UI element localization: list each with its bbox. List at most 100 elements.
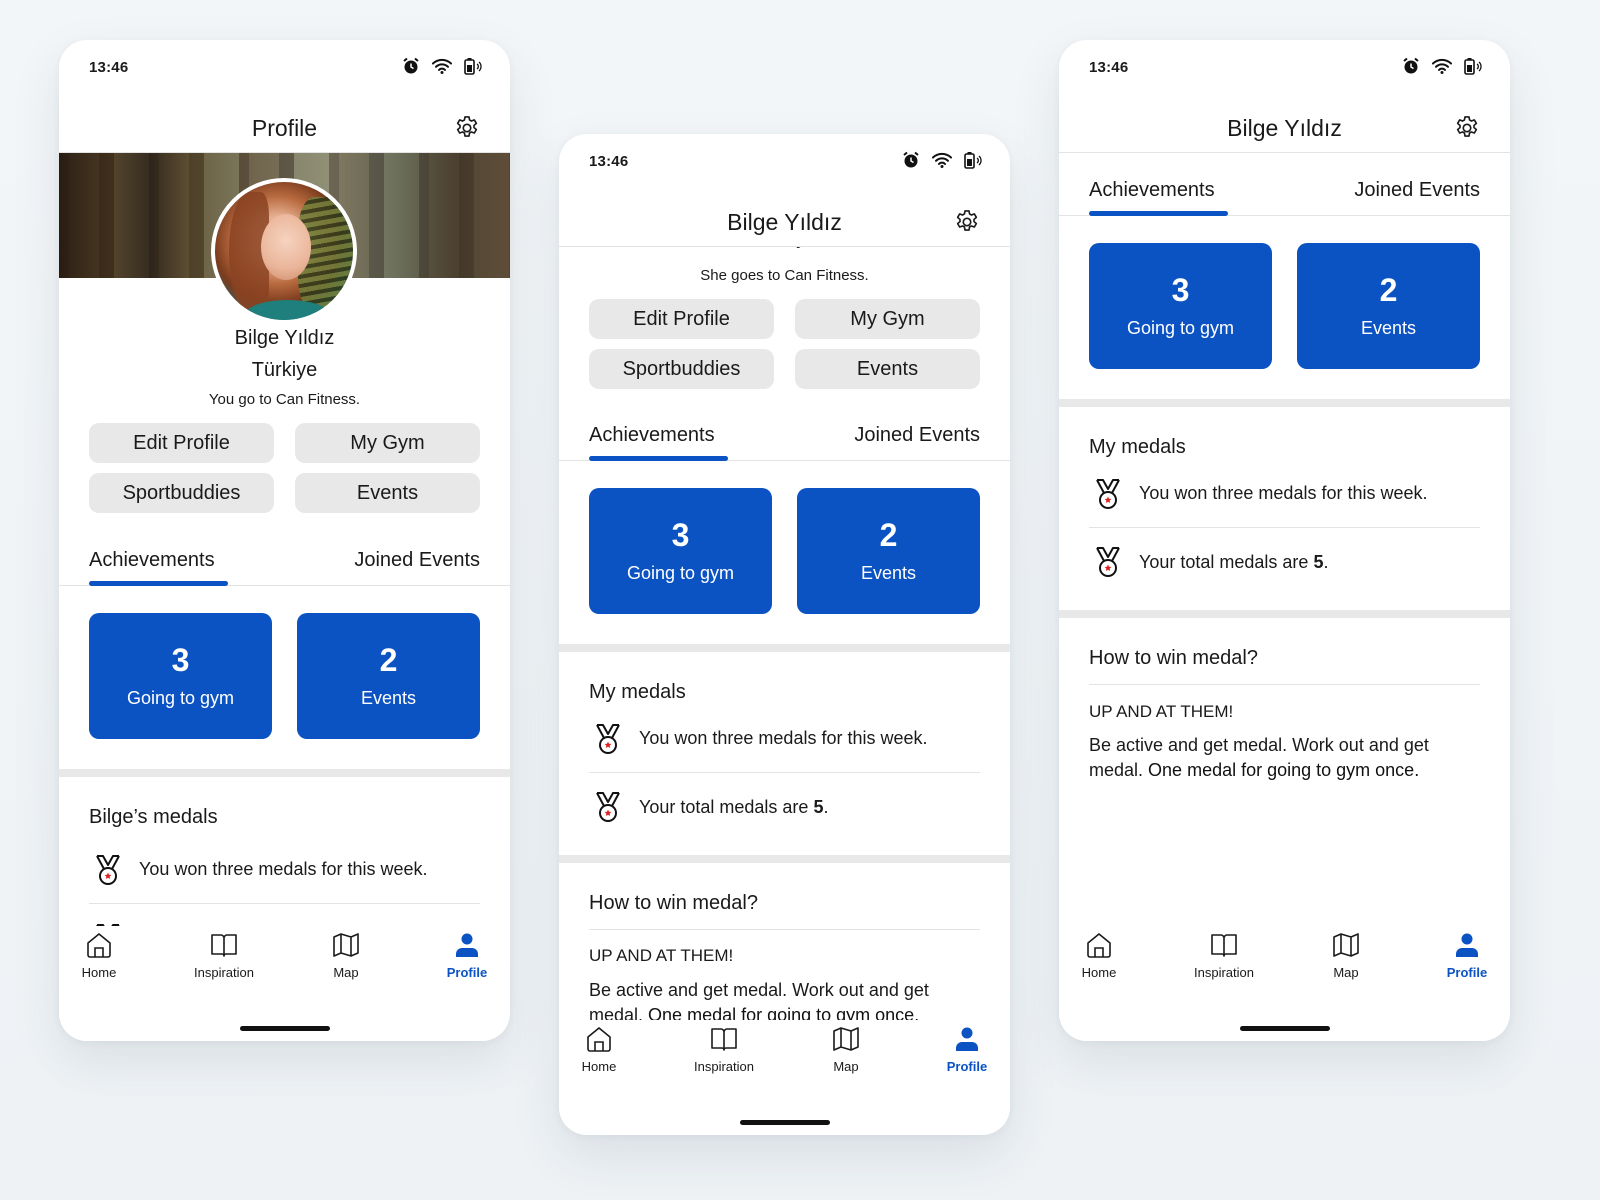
my-gym-button[interactable]: My Gym (295, 423, 480, 463)
stat-card-gym[interactable]: 3 Going to gym (1089, 243, 1272, 369)
avatar[interactable] (211, 178, 357, 324)
tab-joined-events[interactable]: Joined Events (854, 424, 980, 447)
section-divider (559, 855, 1010, 863)
map-icon (1333, 933, 1359, 957)
medal-text: You won three medals for this week. (639, 728, 928, 748)
nav-home[interactable]: Home (559, 1024, 644, 1074)
stat-card-events[interactable]: 2 Events (797, 488, 980, 614)
battery-icon (464, 58, 482, 75)
stats-grid: 3 Going to gym 2 Events (89, 613, 480, 739)
divider (589, 929, 980, 930)
battery-icon (964, 152, 982, 169)
medal-item: You won three medals for this week. (1089, 460, 1480, 528)
nav-map[interactable]: Map (801, 1024, 891, 1074)
medal-text: You won three medals for this week. (1139, 483, 1428, 503)
tab-bar: Achievements Joined Events (559, 415, 1010, 461)
settings-gear-icon[interactable] (453, 114, 481, 142)
medals-title: My medals (589, 681, 686, 703)
nav-profile[interactable]: Profile (1422, 930, 1510, 980)
profile-name: Bilge Yıldız (234, 327, 335, 349)
section-divider (59, 769, 510, 777)
edit-profile-button[interactable]: Edit Profile (589, 299, 774, 339)
status-bar: 13:46 (59, 40, 510, 96)
nav-map[interactable]: Map (301, 930, 391, 980)
stat-value: 2 (879, 516, 898, 553)
stat-card-events[interactable]: 2 Events (297, 613, 480, 739)
map-icon (833, 1027, 859, 1051)
sportbuddies-button[interactable]: Sportbuddies (89, 473, 274, 513)
medal-icon (596, 792, 620, 822)
tab-joined-events[interactable]: Joined Events (1354, 179, 1480, 202)
howto-body: Be active and get medal. Work out and ge… (589, 980, 929, 1020)
wifi-icon (432, 58, 452, 74)
profile-actions: Edit Profile My Gym Sportbuddies Events (589, 299, 980, 389)
stat-value: 3 (1171, 271, 1190, 308)
active-tab-indicator (1089, 211, 1228, 216)
stats-grid: 3 Going to gym 2 Events (1089, 243, 1480, 369)
profile-country: Türkiye (559, 247, 1010, 250)
stat-card-gym[interactable]: 3 Going to gym (89, 613, 272, 739)
battery-icon (1464, 58, 1482, 75)
howto-title: How to win medal? (1089, 647, 1258, 669)
tab-achievements[interactable]: Achievements (1089, 179, 1215, 202)
stat-label: Events (1360, 317, 1417, 338)
nav-profile[interactable]: Profile (922, 1024, 1010, 1074)
stat-label: Going to gym (126, 687, 235, 708)
nav-inspiration[interactable]: Inspiration (679, 1024, 769, 1074)
section-divider (1059, 399, 1510, 407)
home-indicator (740, 1120, 830, 1125)
book-icon (211, 934, 237, 957)
bottom-nav: Home Inspiration Map Profile (559, 1020, 1010, 1135)
medals-title: Bilge’s medals (89, 806, 218, 828)
settings-gear-icon[interactable] (953, 208, 981, 236)
app-header: Bilge Yıldız (559, 190, 1010, 247)
medal-item: Your total medals are 5. (1089, 528, 1480, 596)
section-divider (559, 644, 1010, 652)
nav-map[interactable]: Map (1301, 930, 1391, 980)
sportbuddies-button[interactable]: Sportbuddies (589, 349, 774, 389)
nav-home[interactable]: Home (1059, 930, 1144, 980)
medals-title: My medals (1089, 436, 1186, 458)
app-header: Profile (59, 96, 510, 153)
stat-card-events[interactable]: 2 Events (1297, 243, 1480, 369)
stats-grid: 3 Going to gym 2 Events (589, 488, 980, 614)
medal-item: You won three medals for this week. (89, 836, 480, 904)
person-icon (1456, 933, 1478, 957)
medal-icon (96, 854, 120, 885)
howto-title: How to win medal? (589, 892, 758, 914)
howto-subtitle: UP AND AT THEM! (589, 946, 734, 965)
nav-inspiration[interactable]: Inspiration (179, 930, 269, 980)
my-gym-button[interactable]: My Gym (795, 299, 980, 339)
nav-inspiration[interactable]: Inspiration (1179, 930, 1269, 980)
home-icon (587, 1027, 611, 1052)
stat-value: 3 (671, 516, 690, 553)
events-button[interactable]: Events (295, 473, 480, 513)
tab-joined-events[interactable]: Joined Events (354, 549, 480, 572)
profile-gym-text: She goes to Can Fitness. (700, 267, 869, 284)
medal-item: You won three medals for this week. (589, 705, 980, 773)
page-title: Bilge Yıldız (727, 209, 842, 235)
settings-gear-icon[interactable] (1453, 114, 1481, 142)
divider (1089, 684, 1480, 685)
stat-card-gym[interactable]: 3 Going to gym (589, 488, 772, 614)
tab-achievements[interactable]: Achievements (589, 424, 715, 447)
map-icon (333, 933, 359, 957)
book-icon (1211, 934, 1237, 957)
nav-profile[interactable]: Profile (422, 930, 510, 980)
medal-text: Your total medals are 5. (639, 796, 829, 817)
edit-profile-button[interactable]: Edit Profile (89, 423, 274, 463)
medal-item: Your total medals are 5. (589, 773, 980, 841)
medal-icon (1096, 547, 1120, 577)
stat-label: Events (360, 687, 417, 708)
status-time: 13:46 (1089, 59, 1129, 76)
stat-label: Going to gym (1126, 317, 1235, 338)
tab-bar: Achievements Joined Events (59, 540, 510, 586)
tab-bar: Achievements Joined Events (1059, 170, 1510, 216)
phone-screen-profile: 13:46 Profile Bilge Yıldız Türkiye You g… (59, 40, 510, 1041)
nav-home[interactable]: Home (59, 930, 144, 980)
medal-text: Your total medals are 5. (1139, 551, 1329, 572)
stat-value: 2 (379, 641, 398, 678)
tab-achievements[interactable]: Achievements (89, 549, 215, 572)
events-button[interactable]: Events (795, 349, 980, 389)
alarm-icon (1403, 57, 1419, 74)
